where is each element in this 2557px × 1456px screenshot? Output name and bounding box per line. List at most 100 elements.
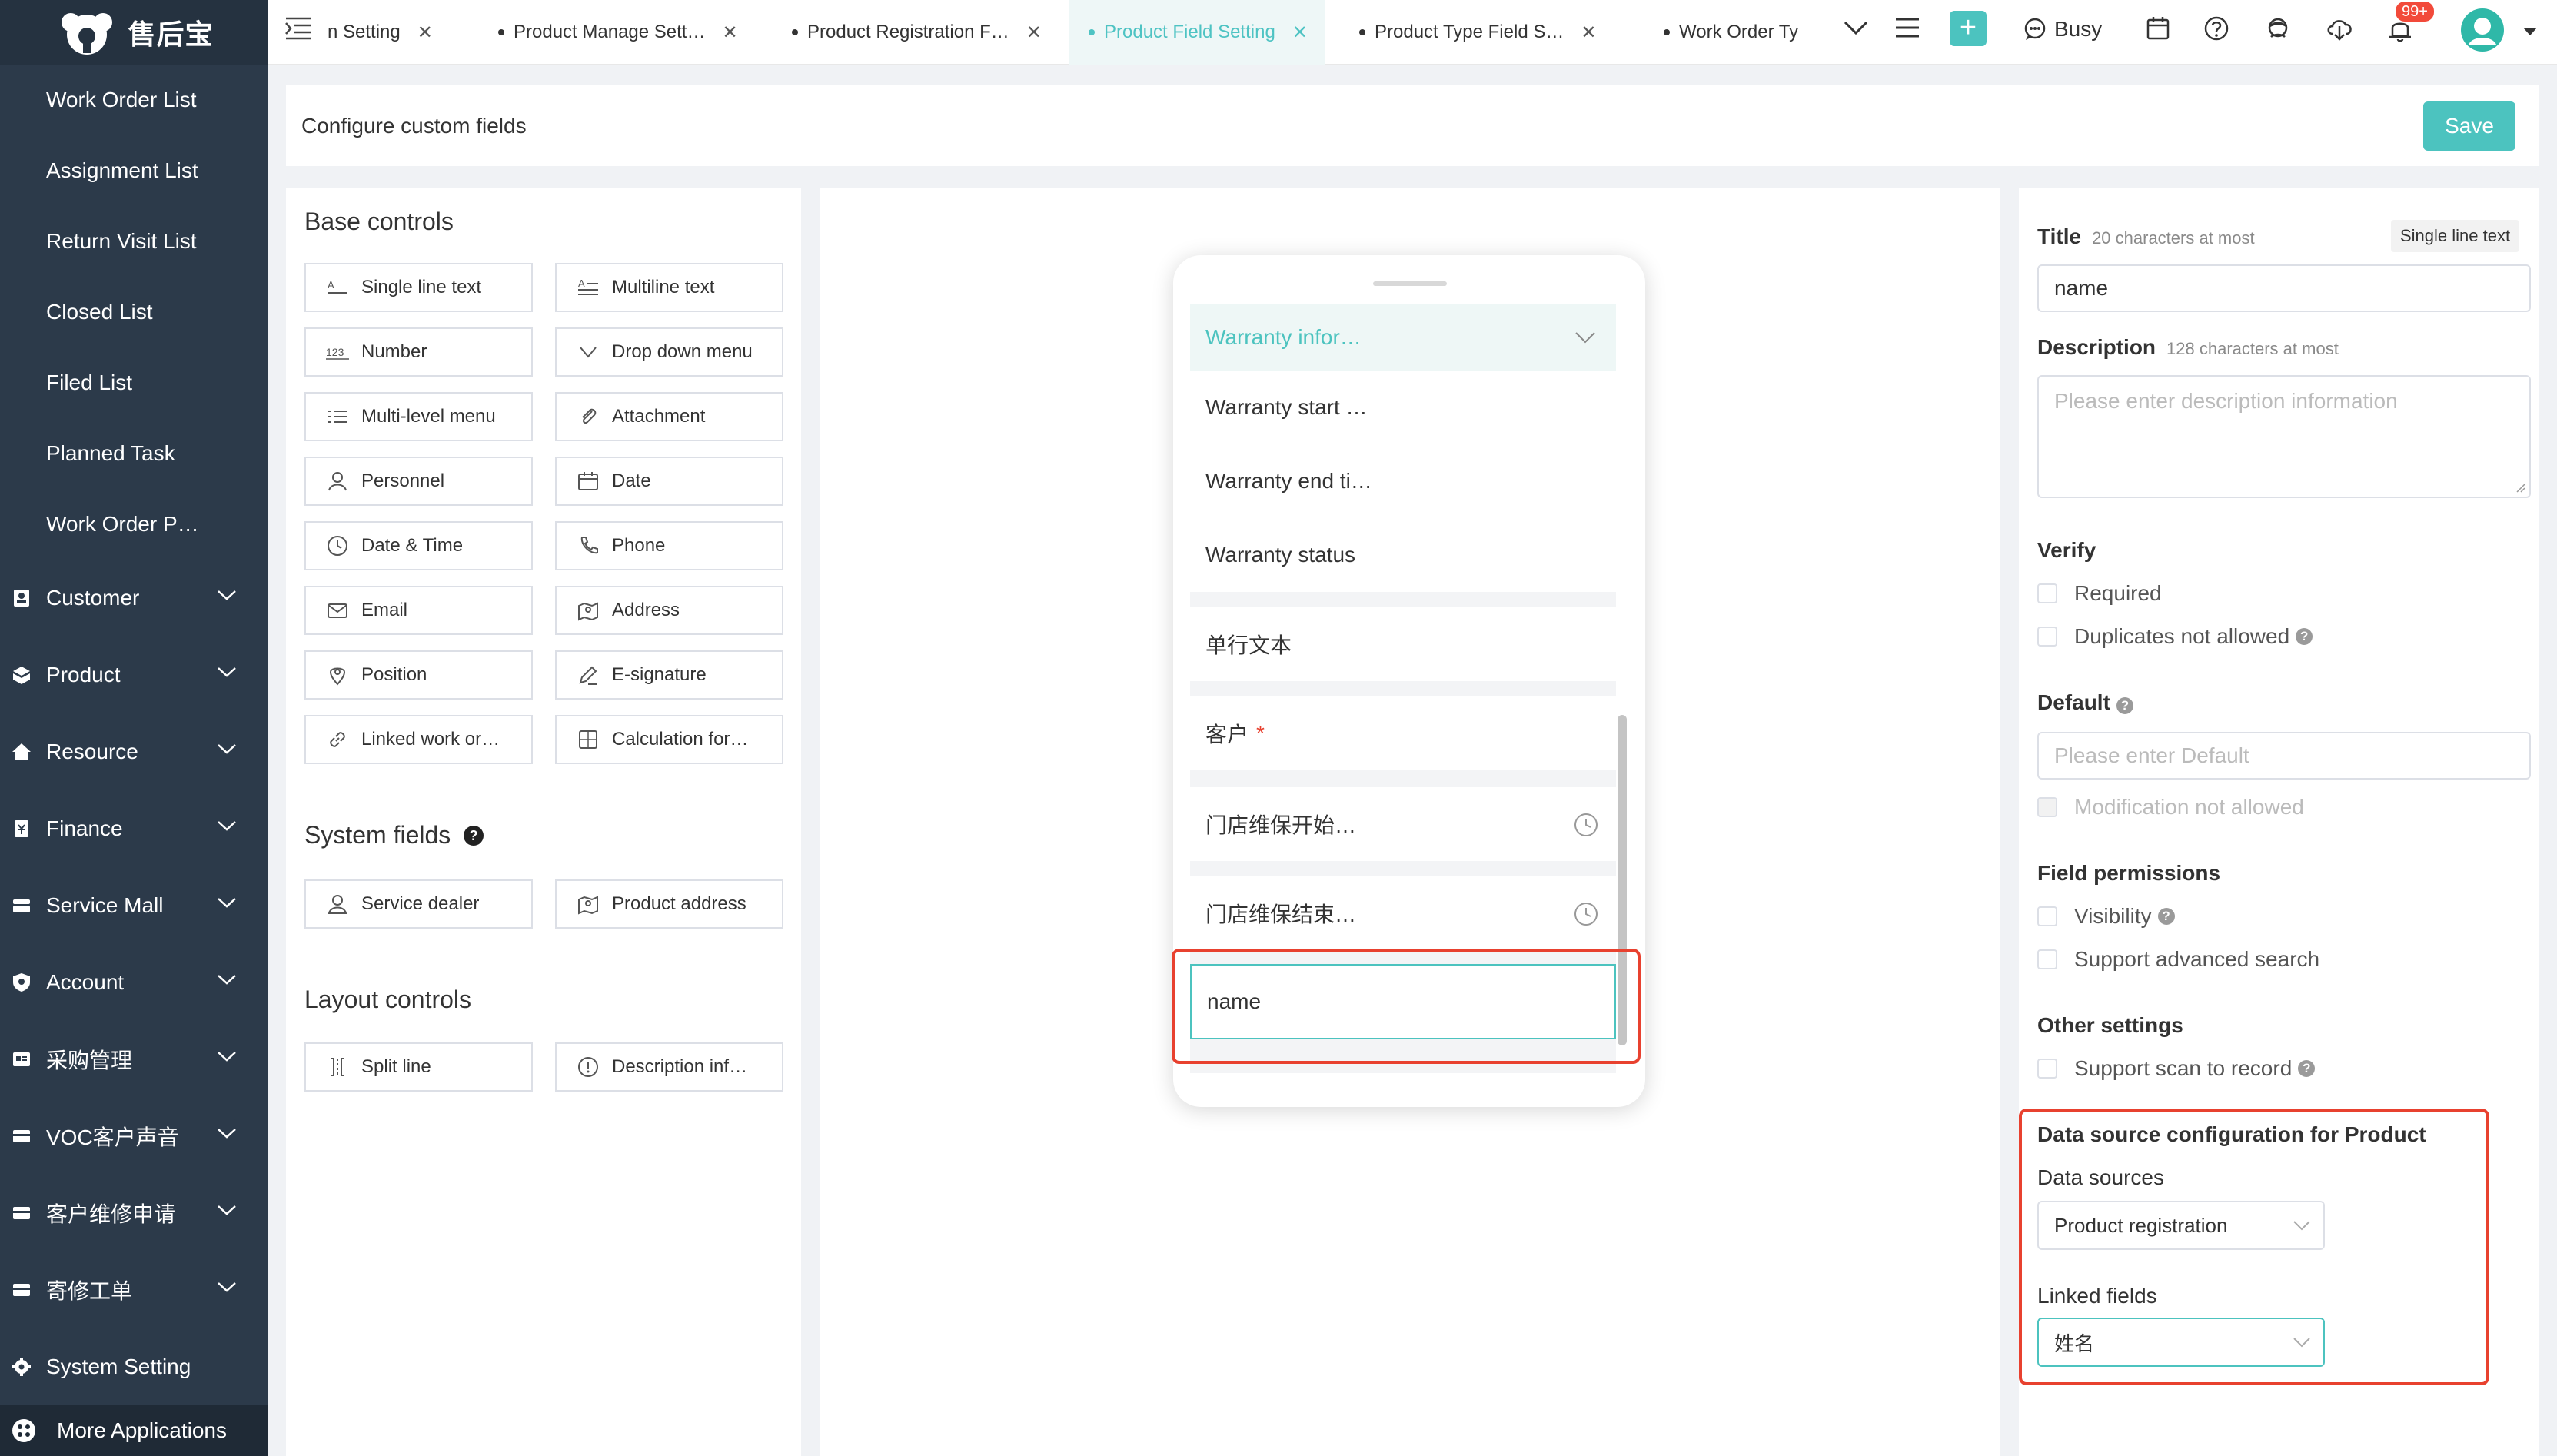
control-drop-down-menu[interactable]: Drop down menu <box>555 327 783 377</box>
sidebar-item-work-order-list[interactable]: Work Order List <box>0 65 268 135</box>
logo[interactable]: 售后宝 <box>0 0 268 65</box>
scan-record-checkbox[interactable]: Support scan to record? <box>2037 1056 2316 1081</box>
checkbox-box[interactable] <box>2037 1059 2057 1079</box>
control-phone[interactable]: Phone <box>555 521 783 570</box>
user-avatar-button[interactable] <box>2460 8 2545 54</box>
checkbox-box[interactable] <box>2037 797 2057 817</box>
close-icon[interactable]: ✕ <box>1026 22 1042 44</box>
chevron-down-icon <box>580 347 597 358</box>
advanced-search-checkbox[interactable]: Support advanced search <box>2037 947 2319 972</box>
close-icon[interactable]: ✕ <box>1292 22 1308 44</box>
sidebar-item-filed-list[interactable]: Filed List <box>0 347 268 418</box>
more-applications-button[interactable]: More Applications <box>0 1405 268 1456</box>
help-icon[interactable] <box>2203 15 2229 42</box>
preview-field-warranty-status[interactable]: Warranty status <box>1190 518 1616 592</box>
close-icon[interactable]: ✕ <box>417 22 433 44</box>
dealer-icon <box>328 895 347 914</box>
sidebar-item-work-order-p[interactable]: Work Order P… <box>0 489 268 560</box>
sidebar-group-resource[interactable]: Resource <box>0 713 268 790</box>
save-button[interactable]: Save <box>2423 101 2515 151</box>
collapse-menu-icon[interactable] <box>284 15 312 40</box>
default-input[interactable]: Please enter Default <box>2037 732 2531 780</box>
tab-product-registration[interactable]: Product Registration F… ✕ <box>784 0 1076 65</box>
data-sources-select[interactable]: Product registration <box>2037 1201 2325 1250</box>
control-calculation-formula[interactable]: Calculation for… <box>555 715 783 764</box>
sidebar-group-voc[interactable]: VOC客户声音 <box>0 1098 268 1175</box>
help-icon[interactable]: ? <box>463 825 484 846</box>
tab-work-order-type[interactable]: Work Order Ty <box>1661 0 1807 65</box>
visibility-checkbox[interactable]: Visibility? <box>2037 904 2175 929</box>
preview-field-warranty-start[interactable]: Warranty start … <box>1190 371 1616 444</box>
preview-field-warranty-end[interactable]: Warranty end ti… <box>1190 444 1616 518</box>
chevron-down-icon <box>1575 332 1595 344</box>
sidebar-group-account[interactable]: Account <box>0 944 268 1021</box>
help-icon[interactable]: ? <box>2298 1060 2316 1077</box>
title-input[interactable]: name <box>2037 264 2531 312</box>
control-e-signature[interactable]: E-signature <box>555 650 783 700</box>
description-textarea[interactable]: Please enter description information <box>2037 375 2531 498</box>
tab-product-type-field-setting[interactable]: Product Type Field S… ✕ <box>1352 0 1621 65</box>
control-linked-work-order[interactable]: Linked work or… <box>304 715 533 764</box>
sidebar-group-service-mall[interactable]: Service Mall <box>0 867 268 944</box>
tabs-dropdown-icon[interactable] <box>1844 20 1868 35</box>
modification-checkbox[interactable]: Modification not allowed <box>2037 795 2304 819</box>
sidebar-item-system-setting[interactable]: System Setting <box>0 1328 268 1405</box>
required-checkbox[interactable]: Required <box>2037 581 2162 606</box>
preview-field-single-line[interactable]: 单行文本 <box>1190 607 1616 681</box>
control-address[interactable]: Address <box>555 586 783 635</box>
notifications-button[interactable]: 99+ <box>2385 2 2439 58</box>
sidebar-item-assignment-list[interactable]: Assignment List <box>0 135 268 206</box>
control-date-time[interactable]: Date & Time <box>304 521 533 570</box>
pin-icon <box>329 667 346 686</box>
checkbox-box[interactable] <box>2037 949 2057 969</box>
help-icon[interactable]: ? <box>2157 908 2175 925</box>
close-icon[interactable]: ✕ <box>722 22 737 44</box>
tab-product-field-setting[interactable]: Product Field Setting ✕ <box>1069 0 1325 65</box>
menu-icon[interactable] <box>1894 17 1920 38</box>
add-button[interactable]: + <box>1950 11 1987 46</box>
control-service-dealer[interactable]: Service dealer <box>304 879 533 929</box>
control-attachment[interactable]: Attachment <box>555 392 783 441</box>
checkbox-box[interactable] <box>2037 583 2057 603</box>
duplicates-checkbox[interactable]: Duplicates not allowed? <box>2037 624 2313 649</box>
control-product-address[interactable]: Product address <box>555 879 783 929</box>
tab-product-manage-setting[interactable]: Product Manage Sett… ✕ <box>490 0 775 65</box>
sidebar-group-customer[interactable]: Customer <box>0 560 268 637</box>
sidebar-item-closed-list[interactable]: Closed List <box>0 277 268 347</box>
tab-system-setting[interactable]: n Setting ✕ <box>328 0 481 65</box>
close-icon[interactable]: ✕ <box>1581 22 1596 44</box>
linked-fields-select[interactable]: 姓名 <box>2037 1318 2325 1367</box>
control-multi-level-menu[interactable]: Multi-level menu <box>304 392 533 441</box>
sidebar-group-purchase[interactable]: 采购管理 <box>0 1021 268 1098</box>
svg-text:123: 123 <box>326 346 344 358</box>
status-busy-button[interactable]: Busy <box>2022 14 2102 45</box>
checkbox-box[interactable] <box>2037 627 2057 647</box>
preview-field-customer[interactable]: 客户 * <box>1190 696 1616 770</box>
control-multiline-text[interactable]: A Multiline text <box>555 263 783 312</box>
help-icon[interactable]: ? <box>2116 697 2133 714</box>
control-personnel[interactable]: Personnel <box>304 457 533 506</box>
field-label: 客户 <box>1205 723 1249 746</box>
sidebar-group-product[interactable]: Product <box>0 637 268 713</box>
sidebar-group-mail-repair[interactable]: 寄修工单 <box>0 1252 268 1328</box>
control-number[interactable]: 123 Number <box>304 327 533 377</box>
control-description-info[interactable]: Description inf… <box>555 1042 783 1092</box>
agent-icon[interactable] <box>2265 15 2291 42</box>
control-email[interactable]: Email <box>304 586 533 635</box>
preview-field-store-start[interactable]: 门店维保开始… <box>1190 787 1616 861</box>
sidebar-group-finance[interactable]: Finance <box>0 790 268 867</box>
control-date[interactable]: Date <box>555 457 783 506</box>
control-single-line-text[interactable]: A Single line text <box>304 263 533 312</box>
sidebar-item-planned-task[interactable]: Planned Task <box>0 418 268 489</box>
resize-handle-icon[interactable] <box>2515 483 2526 494</box>
sidebar-group-repair[interactable]: 客户维修申请 <box>0 1175 268 1252</box>
cloud-download-icon[interactable] <box>2325 15 2354 42</box>
help-icon[interactable]: ? <box>2296 628 2313 645</box>
control-position[interactable]: Position <box>304 650 533 700</box>
checkbox-box[interactable] <box>2037 906 2057 926</box>
control-split-line[interactable]: Split line <box>304 1042 533 1092</box>
calendar-icon[interactable] <box>2145 15 2171 42</box>
preview-field-store-end[interactable]: 门店维保结束… <box>1190 876 1616 950</box>
preview-group-header[interactable]: Warranty infor… <box>1190 304 1616 371</box>
sidebar-item-return-visit-list[interactable]: Return Visit List <box>0 206 268 277</box>
